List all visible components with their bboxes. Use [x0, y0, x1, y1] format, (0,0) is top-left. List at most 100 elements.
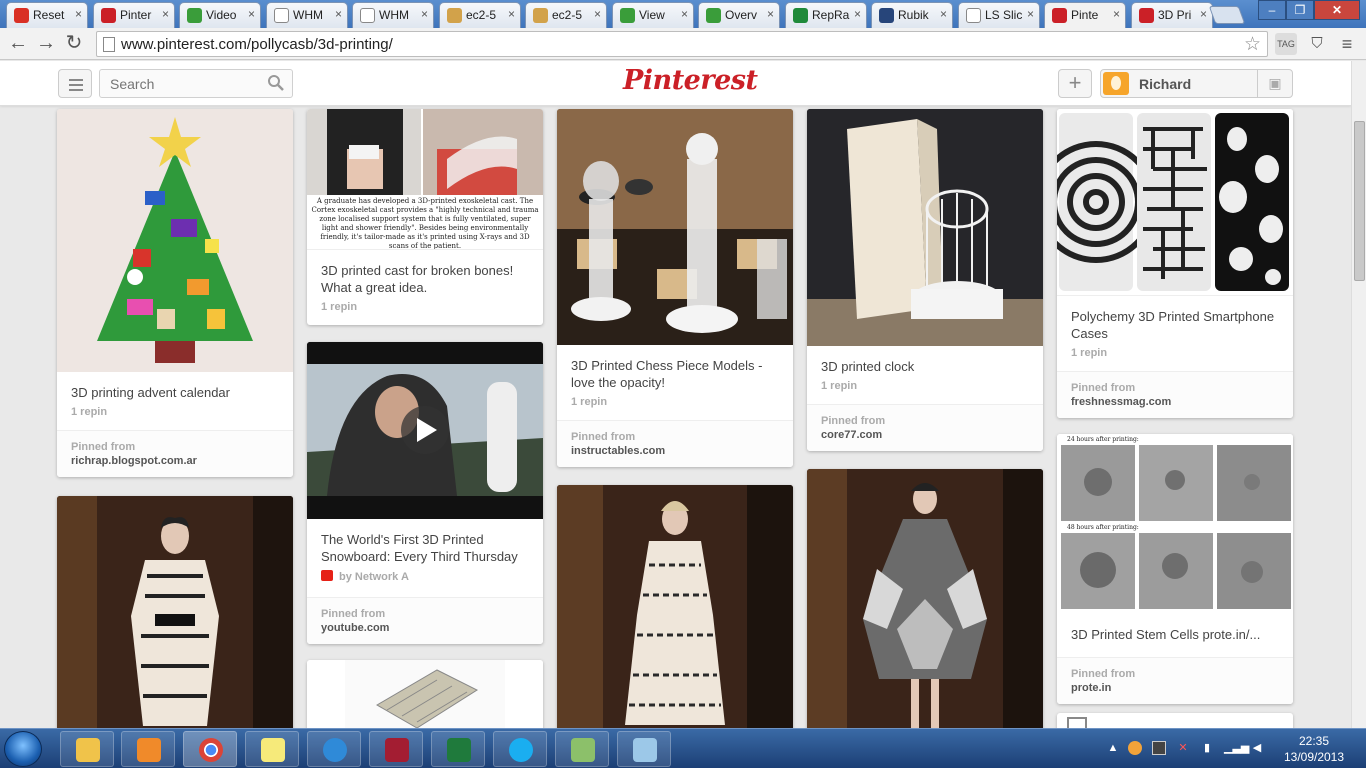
- taskbar-media-player[interactable]: [121, 731, 175, 767]
- browser-tab[interactable]: Pinter ×: [93, 2, 175, 28]
- pin-source-domain[interactable]: richrap.blogspot.com.ar: [71, 455, 279, 467]
- taskbar-explorer[interactable]: [60, 731, 114, 767]
- taskbar-access[interactable]: [369, 731, 423, 767]
- pin-source[interactable]: Pinned from core77.com: [807, 404, 1043, 451]
- pin-image[interactable]: [307, 660, 543, 728]
- browser-tab[interactable]: Overv ×: [698, 2, 780, 28]
- pin-image[interactable]: [807, 109, 1043, 346]
- pin-author-name[interactable]: by Network A: [339, 571, 409, 583]
- pin-description[interactable]: Polychemy 3D Printed Smartphone Cases: [1057, 295, 1293, 342]
- taskbar-internet-explorer[interactable]: [307, 731, 361, 767]
- scrollbar-thumb[interactable]: [1354, 121, 1365, 281]
- taskbar-notepad[interactable]: [555, 731, 609, 767]
- pin-description[interactable]: 3D Printed Stem Cells prote.in/...: [1057, 614, 1293, 657]
- pin-card[interactable]: [307, 660, 543, 728]
- pin-image[interactable]: [1057, 109, 1293, 295]
- tab-close-icon[interactable]: ×: [594, 7, 601, 21]
- pin-image[interactable]: [557, 109, 793, 345]
- browser-tab[interactable]: ec2-5 ×: [439, 2, 521, 28]
- pin-image[interactable]: [1067, 717, 1087, 728]
- pin-image[interactable]: [57, 496, 293, 728]
- pin-repin-count[interactable]: 1 repin: [807, 375, 1043, 404]
- tab-close-icon[interactable]: ×: [421, 7, 428, 21]
- pin-description[interactable]: 3D printed clock: [807, 346, 1043, 375]
- back-icon[interactable]: ←: [6, 32, 30, 56]
- speaker-icon[interactable]: ◀: [1250, 741, 1264, 755]
- tray-app-icon[interactable]: ▮: [1200, 741, 1214, 755]
- pin-source[interactable]: Pinned from richrap.blogspot.com.ar: [57, 430, 293, 477]
- pin-source[interactable]: Pinned from instructables.com: [557, 420, 793, 467]
- pin-source-domain[interactable]: instructables.com: [571, 445, 779, 457]
- pin-card[interactable]: The World's First 3D Printed Snowboard: …: [307, 342, 543, 644]
- pin-card[interactable]: [57, 496, 293, 728]
- pin-source-domain[interactable]: freshnessmag.com: [1071, 396, 1279, 408]
- pin-card[interactable]: 3D Printed Chess Piece Models - love the…: [557, 109, 793, 467]
- pin-description[interactable]: The World's First 3D Printed Snowboard: …: [307, 519, 543, 565]
- pocket-icon[interactable]: ⛉: [1306, 33, 1328, 55]
- tab-close-icon[interactable]: ×: [75, 7, 82, 21]
- pinterest-logo[interactable]: Pinterest: [623, 65, 758, 96]
- pin-image[interactable]: 24 hours after printing: 48 hours after …: [1057, 434, 1293, 614]
- tab-close-icon[interactable]: ×: [854, 7, 861, 21]
- pin-description[interactable]: 3D Printed Chess Piece Models - love the…: [557, 345, 793, 391]
- pin-author[interactable]: by Network A: [307, 565, 543, 597]
- browser-tab[interactable]: Rubik ×: [871, 2, 953, 28]
- pin-repin-count[interactable]: 1 repin: [57, 401, 293, 430]
- taskbar-clock[interactable]: 22:35 13/09/2013: [1282, 733, 1346, 765]
- new-tab-button[interactable]: [1208, 6, 1246, 24]
- browser-tab[interactable]: ec2-5 ×: [525, 2, 607, 28]
- pin-card[interactable]: 3D printed clock 1 repin Pinned from cor…: [807, 109, 1043, 451]
- tray-app-icon[interactable]: [1128, 741, 1142, 755]
- tray-app-icon[interactable]: [1152, 741, 1166, 755]
- taskbar-skype[interactable]: [493, 731, 547, 767]
- tab-close-icon[interactable]: ×: [767, 7, 774, 21]
- reload-icon[interactable]: ↻: [62, 32, 86, 56]
- search-icon[interactable]: [267, 74, 285, 92]
- add-pin-button[interactable]: +: [1058, 69, 1092, 98]
- chrome-menu-icon[interactable]: ≡: [1336, 33, 1358, 55]
- pin-source[interactable]: Pinned from freshnessmag.com: [1057, 371, 1293, 418]
- browser-tab[interactable]: LS Slic ×: [958, 2, 1040, 28]
- pin-card[interactable]: A graduate has developed a 3D-printed ex…: [307, 109, 543, 325]
- tab-close-icon[interactable]: ×: [1027, 7, 1034, 21]
- browser-tab[interactable]: Reset ×: [6, 2, 88, 28]
- pin-image[interactable]: [807, 469, 1043, 728]
- page-scrollbar[interactable]: [1351, 61, 1366, 728]
- address-url[interactable]: www.pinterest.com/pollycasb/3d-printing/: [121, 36, 393, 53]
- pin-source[interactable]: Pinned from prote.in: [1057, 657, 1293, 704]
- tab-close-icon[interactable]: ×: [248, 7, 255, 21]
- pin-image[interactable]: A graduate has developed a 3D-printed ex…: [307, 109, 543, 249]
- network-icon[interactable]: ▁▃▅: [1224, 741, 1249, 755]
- browser-tab[interactable]: 3D Pri ×: [1131, 2, 1213, 28]
- tray-app-icon[interactable]: ✕: [1176, 741, 1190, 755]
- tab-close-icon[interactable]: ×: [1113, 7, 1120, 21]
- bookmark-star-icon[interactable]: ☆: [1244, 33, 1261, 56]
- pin-card[interactable]: 3D printing advent calendar 1 repin Pinn…: [57, 109, 293, 477]
- pin-repin-count[interactable]: 1 repin: [307, 296, 543, 325]
- pin-card[interactable]: [807, 469, 1043, 728]
- tab-close-icon[interactable]: ×: [681, 7, 688, 21]
- pin-description[interactable]: 3D printing advent calendar: [57, 372, 293, 401]
- pin-repin-count[interactable]: 1 repin: [1057, 342, 1293, 371]
- pin-description[interactable]: 3D printed cast for broken bones! What a…: [307, 249, 543, 296]
- address-bar[interactable]: www.pinterest.com/pollycasb/3d-printing/…: [96, 31, 1268, 57]
- taskbar-chrome[interactable]: [183, 731, 237, 767]
- tab-close-icon[interactable]: ×: [1200, 7, 1207, 21]
- pin-card[interactable]: [1057, 713, 1293, 728]
- pin-source-domain[interactable]: prote.in: [1071, 682, 1279, 694]
- forward-icon[interactable]: →: [34, 32, 58, 56]
- browser-tab[interactable]: WHM ×: [352, 2, 434, 28]
- user-menu-button[interactable]: Richard: [1100, 69, 1258, 98]
- minimize-button[interactable]: –: [1258, 0, 1286, 20]
- browser-tab[interactable]: RepRa ×: [785, 2, 867, 28]
- taskbar-excel[interactable]: [431, 731, 485, 767]
- browser-tab[interactable]: WHM ×: [266, 2, 348, 28]
- tab-close-icon[interactable]: ×: [162, 7, 169, 21]
- tab-close-icon[interactable]: ×: [940, 7, 947, 21]
- browser-tab[interactable]: Pinte ×: [1044, 2, 1126, 29]
- browser-tab[interactable]: View ×: [612, 2, 694, 28]
- pin-source-domain[interactable]: core77.com: [821, 429, 1029, 441]
- tab-close-icon[interactable]: ×: [508, 7, 515, 21]
- start-button[interactable]: [4, 731, 42, 767]
- pin-image[interactable]: [307, 342, 543, 519]
